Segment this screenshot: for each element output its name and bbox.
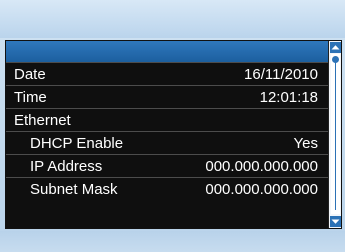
scroll-up-button[interactable] [330,42,341,53]
list-item-ip-address[interactable]: IP Address 000.000.000.000 [6,154,328,177]
ethernet-label: Ethernet [14,112,71,129]
settings-panel: Date 16/11/2010 Time 12:01:18 Ethernet D… [5,40,342,229]
vertical-scrollbar[interactable] [328,41,341,228]
list-item-dhcp-enable[interactable]: DHCP Enable Yes [6,131,328,154]
list-item-ethernet[interactable]: Ethernet [6,108,328,131]
scroll-down-button[interactable] [330,216,341,227]
time-label: Time [14,89,47,106]
scroll-thumb-line [335,62,336,210]
ip-address-value: 000.000.000.000 [205,158,318,175]
settings-list: Date 16/11/2010 Time 12:01:18 Ethernet D… [6,41,328,228]
triangle-up-icon [331,45,340,50]
list-item-subnet-mask[interactable]: Subnet Mask 000.000.000.000 [6,177,328,200]
subnet-mask-value: 000.000.000.000 [205,181,318,198]
device-screen: Date 16/11/2010 Time 12:01:18 Ethernet D… [0,0,345,252]
top-status-bar [0,0,345,38]
dhcp-enable-label: DHCP Enable [30,135,124,152]
ip-address-label: IP Address [30,158,103,175]
date-value: 16/11/2010 [244,66,318,83]
dhcp-enable-value: Yes [293,135,318,152]
subnet-mask-label: Subnet Mask [30,181,118,198]
scroll-track[interactable] [331,54,340,214]
selected-header-row[interactable] [6,41,328,62]
time-value: 12:01:18 [259,89,318,106]
date-label: Date [14,66,46,83]
list-item-time[interactable]: Time 12:01:18 [6,85,328,108]
scroll-thumb[interactable] [332,56,339,211]
bottom-status-bar [0,231,345,252]
triangle-down-icon [331,219,340,224]
list-item-date[interactable]: Date 16/11/2010 [6,62,328,85]
